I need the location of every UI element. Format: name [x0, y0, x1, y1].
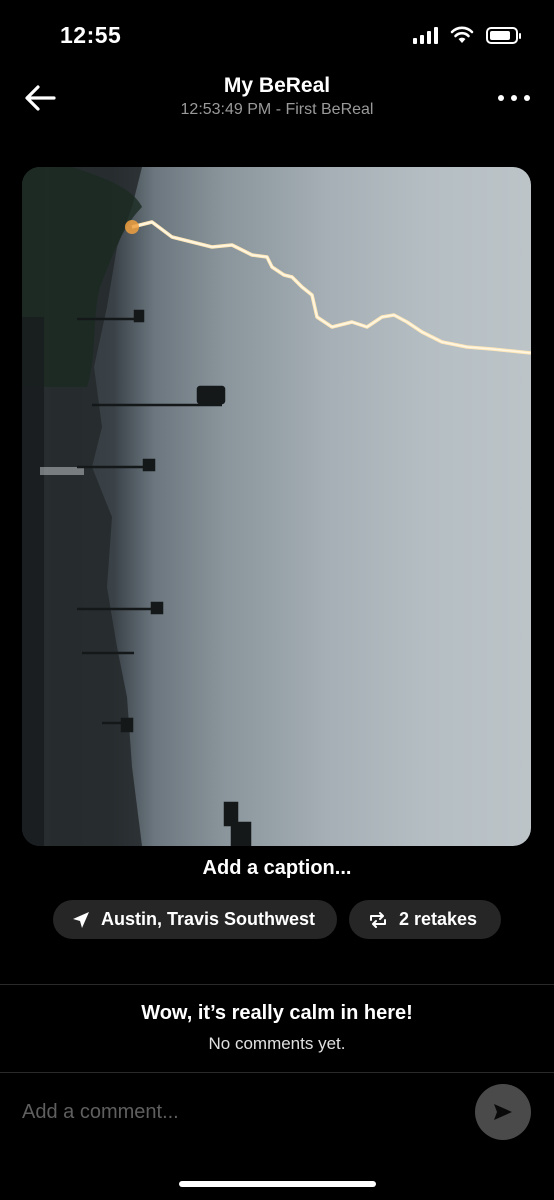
- status-bar: 12:55: [0, 0, 554, 70]
- photo-scene: [22, 167, 531, 846]
- cellular-signal-icon: [413, 26, 438, 44]
- status-time: 12:55: [60, 22, 122, 48]
- status-icons: [413, 26, 521, 44]
- post-timestamp: 12:53:49 PM - First BeReal: [180, 101, 374, 118]
- divider: [0, 1072, 554, 1073]
- location-label: Austin, Travis Southwest: [101, 909, 316, 929]
- comment-input[interactable]: [22, 1092, 452, 1132]
- navigation-arrow-icon: [73, 911, 89, 928]
- location-chip[interactable]: Austin, Travis Southwest: [53, 900, 337, 939]
- retakes-label: 2 retakes: [399, 909, 478, 929]
- header: My BeReal 12:53:49 PM - First BeReal: [0, 70, 554, 130]
- empty-comments-subtitle: No comments yet.: [208, 1034, 346, 1053]
- add-caption-button[interactable]: Add a caption...: [0, 857, 554, 880]
- repeat-icon: [370, 911, 386, 928]
- more-options-button[interactable]: [498, 88, 530, 108]
- ellipsis-icon: [498, 95, 504, 101]
- wifi-icon: [450, 26, 474, 43]
- empty-comments-title: Wow, it’s really calm in here!: [141, 1002, 413, 1024]
- bereal-photo[interactable]: [22, 167, 531, 846]
- send-icon: [494, 1104, 512, 1120]
- battery-icon: [486, 26, 521, 44]
- divider: [0, 984, 554, 985]
- page-title: My BeReal: [223, 74, 331, 97]
- retakes-chip[interactable]: 2 retakes: [349, 900, 501, 939]
- post-meta-chips: Austin, Travis Southwest 2 retakes: [0, 900, 554, 939]
- send-button[interactable]: [475, 1084, 531, 1140]
- home-indicator[interactable]: [179, 1181, 376, 1187]
